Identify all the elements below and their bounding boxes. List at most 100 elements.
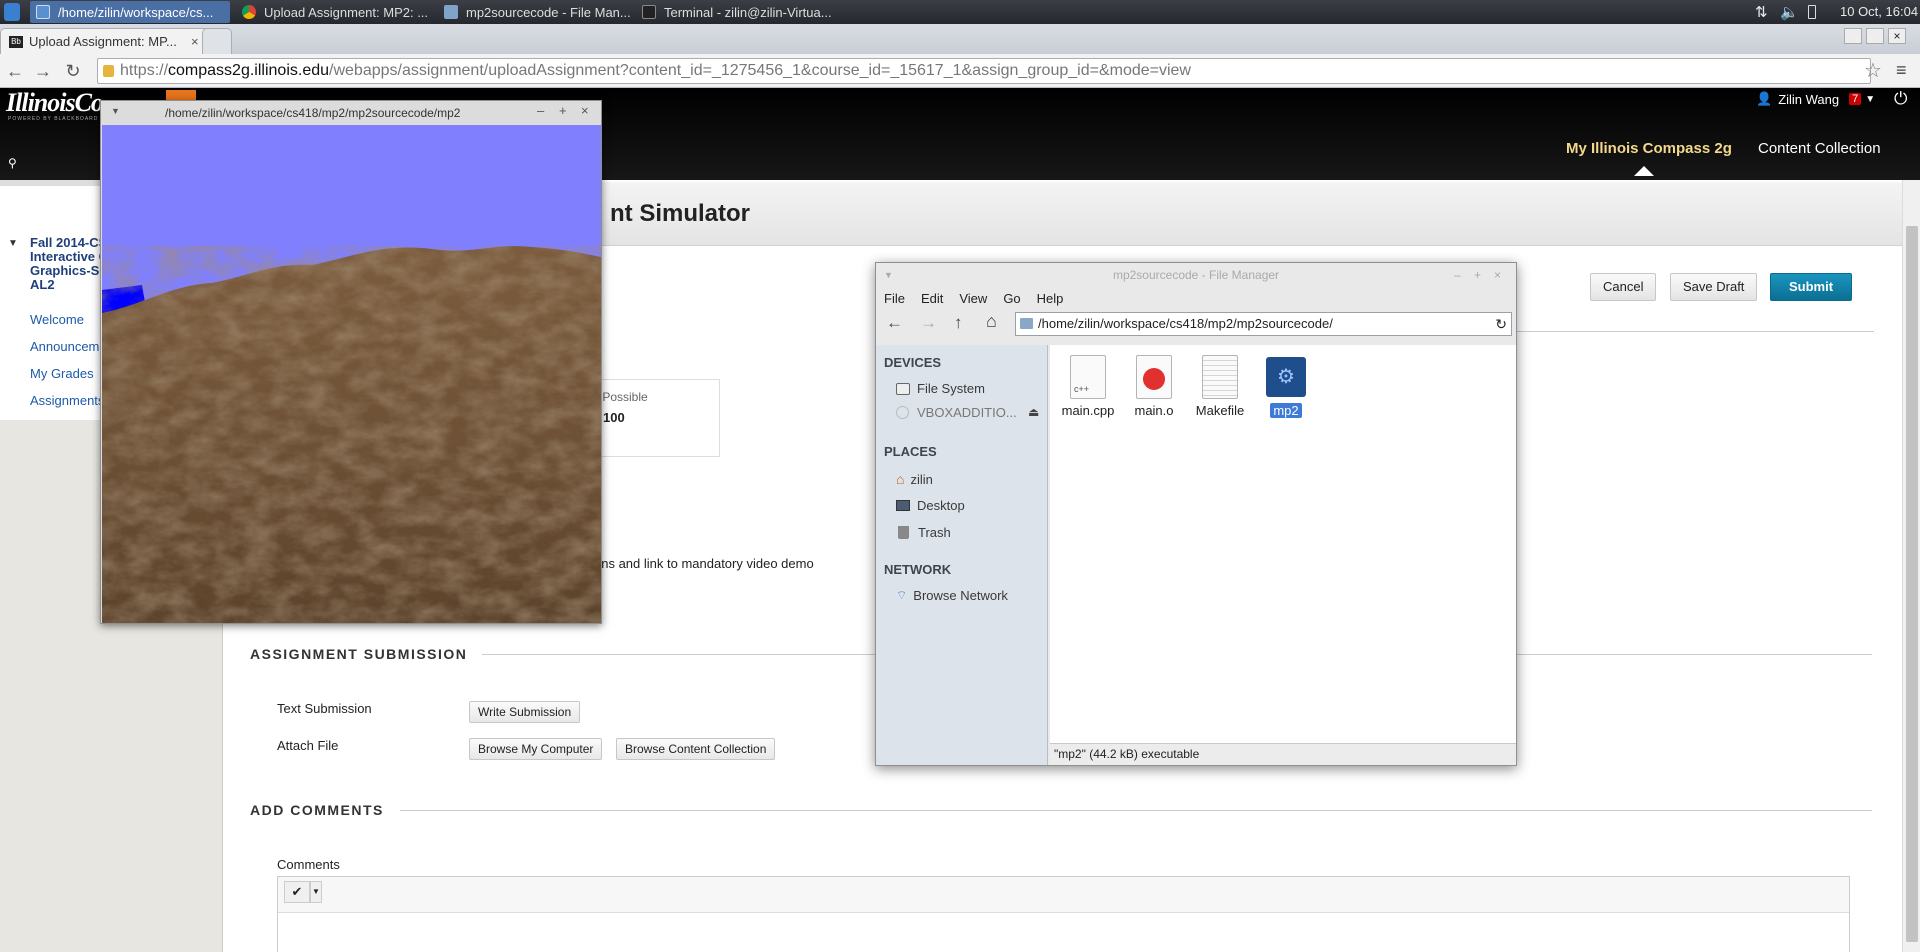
minimize-icon[interactable]: – xyxy=(1454,263,1461,287)
home-icon[interactable]: ⌂ xyxy=(986,311,997,332)
close-icon[interactable]: × xyxy=(1494,263,1501,287)
sidebar-item-trash[interactable]: Trash xyxy=(896,525,951,540)
window-titlebar[interactable]: ▼ /home/zilin/workspace/cs418/mp2/mp2sou… xyxy=(101,101,601,125)
course-title-line: Fall 2014-CS xyxy=(30,235,108,250)
assignment-submission-heading: ASSIGNMENT SUBMISSION xyxy=(250,646,468,662)
browser-menu-icon[interactable]: ≡ xyxy=(1896,60,1907,81)
sidebar-item-browse-network[interactable]: ⌔ Browse Network xyxy=(896,588,1008,603)
page-scrollbar[interactable] xyxy=(1902,180,1920,952)
status-bar: "mp2" (44.2 kB) executable xyxy=(1050,743,1516,765)
app-menu-icon[interactable] xyxy=(4,3,20,21)
bookmark-star-icon[interactable]: ☆ xyxy=(1864,58,1882,83)
window-menu-icon[interactable]: ▼ xyxy=(111,106,120,116)
object-badge xyxy=(1143,368,1165,390)
power-icon[interactable]: ⏻ xyxy=(1894,89,1907,109)
sidebar-item-file-system[interactable]: File System xyxy=(896,381,985,396)
url-host: compass2g.illinois.edu xyxy=(168,62,330,79)
refresh-icon[interactable]: ↻ xyxy=(1495,313,1507,335)
chevron-down-icon[interactable]: ▼ xyxy=(1865,94,1875,105)
write-submission-button[interactable]: Write Submission xyxy=(469,701,581,723)
location-bar[interactable]: /home/zilin/workspace/cs418/mp2/mp2sourc… xyxy=(1015,312,1512,336)
network-icon[interactable]: ⇅ xyxy=(1755,3,1768,21)
spellcheck-dropdown-icon[interactable]: ▼ xyxy=(310,881,322,903)
menu-edit[interactable]: Edit xyxy=(921,291,943,306)
terrain-render xyxy=(102,246,601,623)
file-item[interactable]: Makefile xyxy=(1188,355,1252,418)
file-manager-window[interactable]: mp2sourcecode - File Manager ▼ – + × Fil… xyxy=(875,262,1517,766)
taskbar-item-file-manager[interactable]: mp2sourcecode - File Man... xyxy=(438,1,630,23)
close-icon[interactable]: × xyxy=(581,103,589,118)
clock[interactable]: 10 Oct, 16:04 xyxy=(1840,4,1918,19)
gl-window[interactable]: ▼ /home/zilin/workspace/cs418/mp2/mp2sou… xyxy=(100,100,602,624)
link-icon[interactable]: ⚲ xyxy=(8,156,17,170)
taskbar-item-label: Upload Assignment: MP2: ... xyxy=(264,4,429,20)
sidebar-item-vboxadditions[interactable]: VBOXADDITIO... xyxy=(896,405,1017,420)
taskbar-item-gl-window[interactable]: /home/zilin/workspace/cs... xyxy=(30,1,230,23)
minimize-icon[interactable]: – xyxy=(537,103,544,118)
browse-my-computer-button[interactable]: Browse My Computer xyxy=(469,738,603,760)
disc-icon xyxy=(896,406,909,419)
forward-icon[interactable]: → xyxy=(32,60,54,82)
tab-my-illinois-compass[interactable]: My Illinois Compass 2g xyxy=(1566,140,1732,157)
attach-file-label: Attach File xyxy=(277,738,339,753)
window-maximize-icon[interactable] xyxy=(1866,28,1884,44)
notification-badge[interactable]: 7 xyxy=(1849,93,1862,105)
sidebar-item-desktop[interactable]: Desktop xyxy=(896,498,965,513)
eject-icon[interactable]: ⏏ xyxy=(1028,405,1039,419)
menu-item-my-grades[interactable]: My Grades xyxy=(30,366,94,381)
tab-content-collection[interactable]: Content Collection xyxy=(1758,140,1881,157)
spellcheck-icon[interactable]: ✔ xyxy=(284,881,310,903)
site-logo[interactable]: IllinoisCo xyxy=(6,88,104,118)
maximize-icon[interactable]: + xyxy=(1474,263,1481,287)
window-menu-icon[interactable]: ▼ xyxy=(884,263,893,287)
file-item[interactable]: main.o xyxy=(1122,355,1186,418)
back-icon[interactable]: ← xyxy=(886,313,903,333)
menu-item-welcome[interactable]: Welcome xyxy=(30,312,84,327)
course-title-line: Graphics-Se xyxy=(30,263,107,278)
user-menu[interactable]: 👤 Zilin Wang 7 ▼ xyxy=(1756,91,1875,107)
editor-toolbar: ✔ ▼ xyxy=(278,877,1849,913)
file-item[interactable]: c++ main.cpp xyxy=(1056,355,1120,418)
reload-icon[interactable]: ↻ xyxy=(62,60,84,82)
places-heading: PLACES xyxy=(884,444,937,459)
browse-content-collection-button[interactable]: Browse Content Collection xyxy=(616,738,776,760)
file-item-selected[interactable]: ⚙ mp2 xyxy=(1254,355,1318,418)
volume-icon[interactable]: 🔈 xyxy=(1780,3,1799,21)
up-icon[interactable]: ↑ xyxy=(954,313,963,333)
window-minimize-icon[interactable] xyxy=(1844,28,1862,44)
browser-tab[interactable]: Bb Upload Assignment: MP... × xyxy=(0,28,210,54)
menu-file[interactable]: File xyxy=(884,291,905,306)
user-name: Zilin Wang xyxy=(1778,91,1840,107)
comments-editor[interactable]: ✔ ▼ xyxy=(277,876,1850,952)
window-titlebar[interactable]: mp2sourcecode - File Manager ▼ – + × xyxy=(876,263,1516,287)
menu-item-assignments[interactable]: Assignments xyxy=(30,393,104,408)
save-draft-button[interactable]: Save Draft xyxy=(1670,273,1758,301)
folder-icon xyxy=(444,5,458,19)
window-title: /home/zilin/workspace/cs418/mp2/mp2sourc… xyxy=(165,106,461,120)
file-view[interactable]: c++ main.cpp main.o Makefile ⚙ mp2 xyxy=(1050,345,1516,743)
menu-help[interactable]: Help xyxy=(1037,291,1064,306)
file-name: Makefile xyxy=(1195,403,1245,418)
back-icon[interactable]: ← xyxy=(4,60,26,82)
taskbar-item-browser[interactable]: Upload Assignment: MP2: ... xyxy=(236,1,432,23)
battery-icon[interactable] xyxy=(1808,5,1816,19)
cancel-button[interactable]: Cancel xyxy=(1590,273,1657,301)
forward-icon[interactable]: → xyxy=(920,313,937,333)
course-title-line: Interactive C xyxy=(30,249,109,264)
menu-view[interactable]: View xyxy=(959,291,987,306)
sidebar-item-zilin[interactable]: ⌂ zilin xyxy=(896,471,933,487)
maximize-icon[interactable]: + xyxy=(559,103,567,118)
collapse-triangle-icon[interactable]: ▼ xyxy=(8,238,18,249)
new-tab-button[interactable] xyxy=(202,28,232,54)
submit-button[interactable]: Submit xyxy=(1770,273,1853,301)
scrollbar-thumb[interactable] xyxy=(1906,226,1918,942)
close-tab-icon[interactable]: × xyxy=(191,34,199,49)
course-title[interactable]: Fall 2014-CS Interactive C Graphics-Se A… xyxy=(30,236,108,292)
window-close-icon[interactable]: × xyxy=(1888,28,1906,44)
menu-item-announcements[interactable]: Announceme xyxy=(30,339,107,354)
comments-label: Comments xyxy=(277,857,340,872)
taskbar-item-terminal[interactable]: Terminal - zilin@zilin-Virtua... xyxy=(636,1,836,23)
text-submission-label: Text Submission xyxy=(277,701,372,716)
address-bar[interactable]: https://compass2g.illinois.edu/webapps/a… xyxy=(97,58,1871,84)
menu-go[interactable]: Go xyxy=(1003,291,1020,306)
